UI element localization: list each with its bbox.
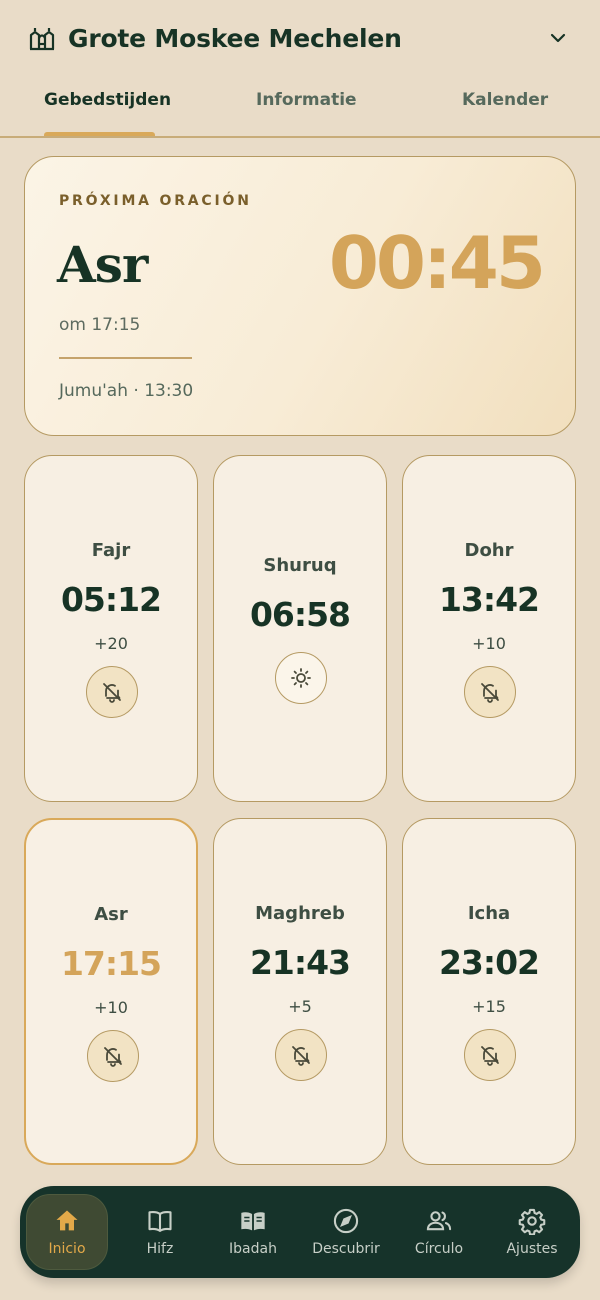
bell-off-icon bbox=[103, 683, 121, 703]
nav-label: Descubrir bbox=[312, 1241, 380, 1257]
prayer-card-shuruq[interactable]: Shuruq 06:58 bbox=[213, 455, 387, 802]
tab-gebedstijden[interactable]: Gebedstijden bbox=[44, 90, 171, 120]
prayer-time: 17:15 bbox=[60, 944, 162, 983]
prayer-offset: +20 bbox=[94, 634, 128, 653]
prayer-time: 06:58 bbox=[249, 595, 351, 634]
bell-off-icon bbox=[292, 1046, 310, 1066]
tab-bar: Gebedstijden Informatie Kalender bbox=[0, 76, 600, 138]
prayer-card-asr[interactable]: Asr 17:15 +10 bbox=[24, 818, 198, 1165]
prayer-name: Icha bbox=[467, 903, 511, 924]
nav-label: Hifz bbox=[146, 1241, 174, 1257]
mosque-title[interactable]: Grote Moskee Mechelen bbox=[68, 24, 546, 53]
nav-label: Círculo bbox=[414, 1241, 464, 1257]
prayer-name: Asr bbox=[94, 904, 128, 925]
nav-ajustes[interactable]: Ajustes bbox=[491, 1194, 573, 1270]
mosque-icon bbox=[29, 28, 55, 51]
notification-toggle[interactable] bbox=[86, 666, 138, 718]
prayer-offset: +10 bbox=[472, 634, 506, 653]
bell-off-icon bbox=[481, 683, 499, 703]
bottom-nav: Inicio Hifz Ibadah Descubrir Círculo Aju… bbox=[20, 1186, 580, 1278]
nav-hifz[interactable]: Hifz bbox=[119, 1194, 201, 1270]
sun-icon bbox=[291, 668, 311, 688]
notification-toggle[interactable] bbox=[464, 1029, 516, 1081]
tab-kalender[interactable]: Kalender bbox=[462, 90, 548, 120]
chevron-down-icon[interactable] bbox=[546, 26, 570, 50]
prayer-card-icha[interactable]: Icha 23:02 +15 bbox=[402, 818, 576, 1165]
quran-icon bbox=[148, 1210, 172, 1232]
countdown: 00:45 bbox=[328, 221, 546, 305]
notification-toggle[interactable] bbox=[275, 1029, 327, 1081]
app-header: Grote Moskee Mechelen bbox=[0, 0, 600, 76]
home-icon bbox=[56, 1210, 78, 1231]
next-prayer-name: Asr bbox=[57, 235, 148, 294]
prayer-card-dohr[interactable]: Dohr 13:42 +10 bbox=[402, 455, 576, 802]
nav-label: Ibadah bbox=[229, 1241, 277, 1257]
prayer-offset: +15 bbox=[472, 997, 506, 1016]
gear-icon bbox=[518, 1208, 546, 1235]
nav-ibadah[interactable]: Ibadah bbox=[212, 1194, 294, 1270]
prayer-card-fajr[interactable]: Fajr 05:12 +20 bbox=[24, 455, 198, 802]
divider bbox=[59, 357, 192, 359]
next-prayer-card[interactable]: PRÓXIMA ORACIÓN Asr om 17:15 Jumu'ah · 1… bbox=[24, 156, 576, 436]
prayer-offset: +5 bbox=[288, 997, 312, 1016]
prayer-name: Dohr bbox=[464, 540, 514, 561]
nav-label: Inicio bbox=[48, 1241, 86, 1257]
prayer-name: Shuruq bbox=[263, 555, 337, 576]
next-prayer-label: PRÓXIMA ORACIÓN bbox=[59, 193, 252, 209]
nav-circulo[interactable]: Círculo bbox=[398, 1194, 480, 1270]
prayer-name: Maghreb bbox=[255, 903, 345, 924]
prayer-time: 05:12 bbox=[60, 580, 162, 619]
active-tab-indicator bbox=[44, 132, 155, 136]
sunrise-indicator bbox=[275, 652, 327, 704]
prayer-time: 21:43 bbox=[249, 943, 351, 982]
notification-toggle[interactable] bbox=[87, 1030, 139, 1082]
next-prayer-time: om 17:15 bbox=[59, 315, 141, 335]
jumuah-time: Jumu'ah · 13:30 bbox=[59, 381, 194, 401]
nav-descubrir[interactable]: Descubrir bbox=[305, 1194, 387, 1270]
people-icon bbox=[426, 1211, 452, 1231]
prayer-time: 23:02 bbox=[438, 943, 540, 982]
notification-toggle[interactable] bbox=[464, 666, 516, 718]
compass-icon bbox=[333, 1208, 359, 1234]
book-icon bbox=[241, 1212, 265, 1231]
nav-label: Ajustes bbox=[506, 1241, 558, 1257]
tab-informatie[interactable]: Informatie bbox=[256, 90, 357, 120]
prayer-name: Fajr bbox=[91, 540, 131, 561]
prayer-time: 13:42 bbox=[438, 580, 540, 619]
prayer-card-maghreb[interactable]: Maghreb 21:43 +5 bbox=[213, 818, 387, 1165]
bell-off-icon bbox=[481, 1046, 499, 1066]
nav-inicio[interactable]: Inicio bbox=[26, 1194, 108, 1270]
prayer-offset: +10 bbox=[94, 998, 128, 1017]
bell-off-icon bbox=[104, 1047, 122, 1067]
